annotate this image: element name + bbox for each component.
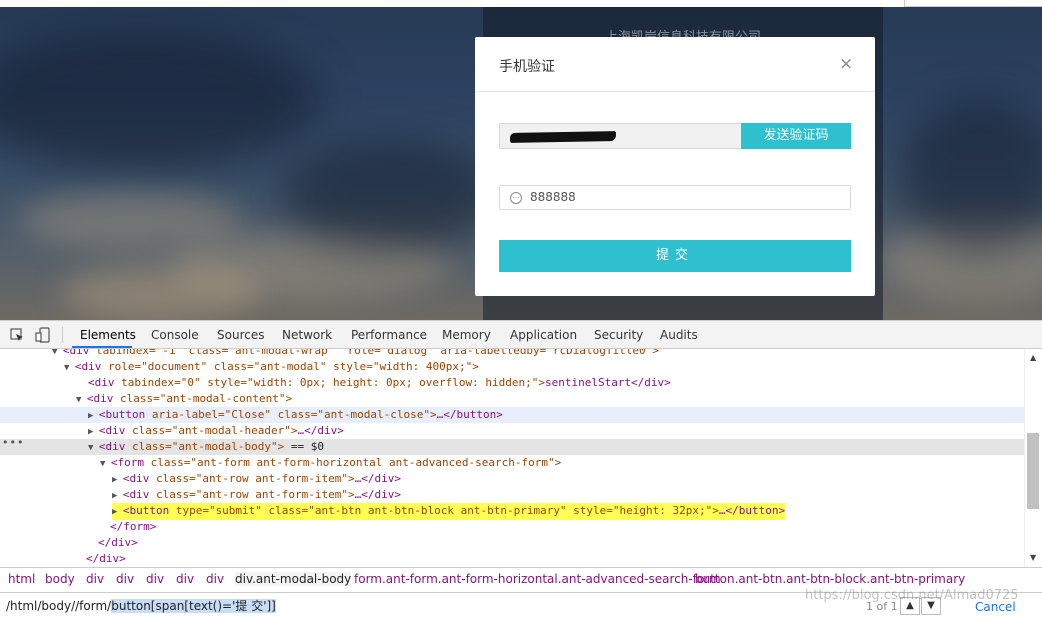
dom-node-line[interactable]: </form> (0, 519, 1024, 535)
dom-node-line[interactable]: ▶ <div class="ant-row ant-form-item">…</… (0, 487, 1024, 503)
send-code-button[interactable]: 发送验证码 (741, 123, 851, 149)
tab-console[interactable]: Console (151, 328, 199, 342)
scroll-down-arrow-icon[interactable]: ▼ (1030, 553, 1036, 562)
devtools-panel: Elements Console Sources Network Perform… (0, 320, 1042, 617)
more-actions-dots[interactable]: ••• (2, 436, 24, 449)
tab-memory[interactable]: Memory (442, 328, 491, 342)
phone-verification-modal: 手机验证 × 发送验证码 ··· 888888 提交 (475, 37, 875, 296)
breadcrumb-item[interactable]: div (176, 572, 194, 586)
breadcrumb-item[interactable]: form.ant-form.ant-form-horizontal.ant-ad… (354, 572, 721, 586)
search-query-prefix: /html/body//form/ (6, 599, 112, 613)
breadcrumb-item[interactable]: div (86, 572, 104, 586)
device-toolbar-icon[interactable] (35, 327, 51, 343)
breadcrumb-item[interactable]: html (8, 572, 35, 586)
dom-node-toggle-arrow-icon[interactable]: ▶ (88, 411, 99, 421)
dom-node-toggle-arrow-icon[interactable]: ▶ (112, 491, 123, 501)
dom-node-toggle-arrow-icon[interactable]: ▼ (100, 459, 111, 469)
inspect-element-icon[interactable] (10, 328, 24, 342)
breadcrumb-item[interactable]: div (116, 572, 134, 586)
tab-performance[interactable]: Performance (351, 328, 427, 342)
redacted-phone-number (509, 131, 617, 143)
dom-node-line[interactable]: ▼ <div tabindex="-1" class="ant-modal-wr… (0, 349, 1024, 359)
tab-network[interactable]: Network (282, 328, 332, 342)
web-page-background: 上海凯岸信息科技有限公司 手机验证 × 发送验证码 ··· 888888 提交 (0, 0, 1042, 320)
dom-node-line[interactable]: ▼ <div role="document" class="ant-modal"… (0, 359, 1024, 375)
scroll-up-arrow-icon[interactable]: ▲ (1030, 353, 1036, 362)
dom-node-toggle-arrow-icon[interactable]: ▼ (88, 443, 99, 453)
dom-node-line[interactable]: ▶ <div class="ant-modal-header">…</div> (0, 423, 1024, 439)
dom-node-line[interactable]: ▼ <div class="ant-modal-body"> == $0 (0, 439, 1024, 455)
dom-node-line[interactable]: ▶ <button type="submit" class="ant-btn a… (0, 503, 1024, 520)
devtools-tab-bar: Elements Console Sources Network Perform… (0, 321, 1042, 349)
dom-node-line[interactable]: ▼ <div class="ant-modal-content"> (0, 391, 1024, 407)
message-icon: ··· (510, 192, 522, 204)
dom-node-line[interactable]: ▼ <form class="ant-form ant-form-horizon… (0, 455, 1024, 471)
tab-sources[interactable]: Sources (217, 328, 264, 342)
dom-node-toggle-arrow-icon[interactable]: ▼ (52, 349, 63, 357)
verification-code-input[interactable]: ··· 888888 (499, 185, 851, 210)
dom-tree: ▼ <div tabindex="-1" class="ant-modal-wr… (0, 349, 1024, 567)
breadcrumb-item[interactable]: button.ant-btn.ant-btn-block.ant-btn-pri… (695, 572, 965, 586)
close-icon[interactable]: × (839, 56, 855, 73)
dom-node-line[interactable]: </div> (0, 535, 1024, 551)
tab-audits[interactable]: Audits (660, 328, 698, 342)
dom-node-line[interactable]: ▶ <button aria-label="Close" class="ant-… (0, 407, 1024, 423)
watermark: https://blog.csdn.net/Almad0725 (805, 588, 1019, 603)
modal-title: 手机验证 (499, 59, 555, 75)
modal-header: 手机验证 × (475, 37, 875, 92)
tab-elements[interactable]: Elements (80, 328, 136, 342)
submit-button[interactable]: 提交 (499, 240, 851, 272)
dom-node-line[interactable]: ▶ <div class="ant-row ant-form-item">…</… (0, 471, 1024, 487)
dom-node-toggle-arrow-icon[interactable]: ▶ (112, 475, 123, 485)
dom-node-toggle-arrow-icon[interactable]: ▼ (76, 395, 87, 405)
breadcrumb-item[interactable]: div (206, 572, 224, 586)
code-value: 888888 (530, 190, 576, 204)
phone-input[interactable] (499, 123, 742, 149)
phone-row: 发送验证码 (499, 123, 851, 149)
breadcrumb-item[interactable]: div (146, 572, 164, 586)
tab-security[interactable]: Security (594, 328, 643, 342)
tab-application[interactable]: Application (510, 328, 577, 342)
dom-node-toggle-arrow-icon[interactable]: ▼ (64, 363, 75, 373)
search-query-selected: button[span[text()='提 交']] (111, 599, 276, 613)
dom-node-line[interactable]: </div> (0, 551, 1024, 567)
dom-node-line[interactable]: <div tabindex="0" style="width: 0px; hei… (0, 375, 1024, 391)
breadcrumb-item[interactable]: div.ant-modal-body (235, 572, 352, 586)
dom-node-toggle-arrow-icon[interactable]: ▶ (112, 507, 123, 517)
scrollbar-thumb[interactable] (1027, 433, 1039, 509)
breadcrumb-item[interactable]: body (45, 572, 75, 586)
dom-search-input[interactable]: /html/body//form/button[span[text()='提 交… (4, 597, 854, 615)
dom-node-toggle-arrow-icon[interactable]: ▶ (88, 427, 99, 437)
